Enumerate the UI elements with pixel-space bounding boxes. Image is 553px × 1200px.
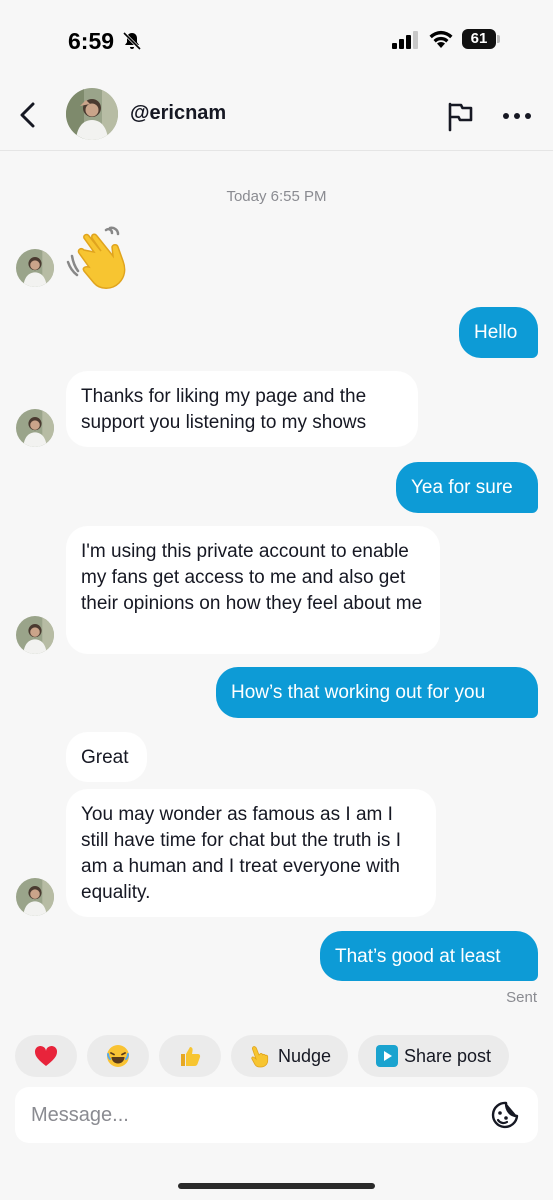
avatar[interactable]: [66, 88, 118, 140]
heart-reaction-button[interactable]: [15, 1035, 77, 1077]
battery-level: 61: [462, 29, 496, 49]
message-bubble-incoming[interactable]: Thanks for liking my page and the suppor…: [66, 371, 418, 447]
laugh-reaction-button[interactable]: [87, 1035, 149, 1077]
status-time: 6:59: [68, 28, 115, 54]
status-bar: 6:59 61: [0, 0, 553, 82]
laughing-face-icon: [107, 1045, 129, 1067]
share-post-button[interactable]: Share post: [358, 1035, 509, 1077]
message-composer: [15, 1087, 538, 1143]
avatar[interactable]: [16, 249, 54, 287]
avatar[interactable]: [16, 616, 54, 654]
nudge-label: Nudge: [277, 1045, 332, 1066]
home-indicator[interactable]: [178, 1183, 375, 1189]
message-bubble-outgoing[interactable]: How’s that working out for you: [216, 667, 538, 718]
heart-icon: [34, 1045, 58, 1066]
avatar[interactable]: [16, 878, 54, 916]
chat-username[interactable]: @ericnam: [130, 102, 226, 125]
conversation-timestamp: Today 6:55 PM: [226, 188, 327, 205]
message-status: Sent: [506, 989, 537, 1006]
share-post-icon: [375, 1045, 398, 1067]
thumbs-up-reaction-button[interactable]: [159, 1035, 221, 1077]
more-options-button[interactable]: [500, 100, 534, 132]
nudge-button[interactable]: Nudge: [231, 1035, 348, 1077]
thumbs-up-icon: [181, 1047, 201, 1066]
message-bubble-outgoing[interactable]: That’s good at least: [320, 931, 538, 981]
message-bubble-outgoing[interactable]: Hello: [459, 307, 538, 358]
waving-hand-icon[interactable]: [66, 226, 132, 292]
pointing-hand-icon: [251, 1046, 269, 1068]
bell-off-icon: [122, 31, 142, 51]
battery-icon: 61: [462, 29, 502, 51]
chat-header: @ericnam: [0, 82, 553, 151]
message-bubble-incoming[interactable]: You may wonder as famous as I am I still…: [66, 789, 436, 917]
back-button[interactable]: [14, 98, 44, 132]
quick-reactions-bar: Nudge Share post: [15, 1035, 545, 1077]
cellular-signal-icon: [392, 31, 418, 49]
message-bubble-incoming[interactable]: I'm using this private account to enable…: [66, 526, 440, 654]
wifi-icon: [429, 30, 453, 48]
message-bubble-incoming[interactable]: Great: [66, 732, 147, 782]
sticker-emoji-button[interactable]: [489, 1099, 521, 1131]
message-input[interactable]: [31, 1087, 471, 1143]
report-flag-button[interactable]: [444, 100, 476, 132]
message-bubble-outgoing[interactable]: Yea for sure: [396, 462, 538, 513]
avatar[interactable]: [16, 409, 54, 447]
share-post-label: Share post: [403, 1045, 492, 1066]
